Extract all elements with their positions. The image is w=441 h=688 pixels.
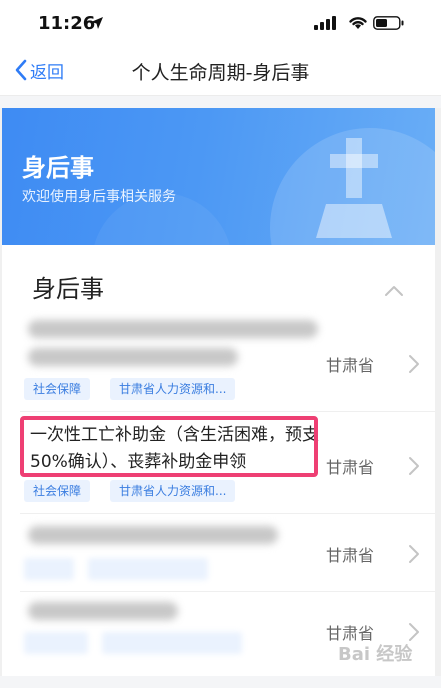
blurred-title xyxy=(28,348,238,366)
status-time: 11:26 xyxy=(38,13,96,34)
side-gutter-right xyxy=(435,108,441,688)
watermark: Bai 经验 xyxy=(338,644,413,665)
category-tag: 社会保障 xyxy=(24,480,91,502)
battery-icon xyxy=(373,16,404,30)
chevron-right-icon xyxy=(409,355,419,373)
cellular-signal-icon xyxy=(314,16,336,30)
section-title: 身后事 xyxy=(32,275,104,303)
blurred-tag xyxy=(88,558,208,580)
navigation-bar: 返回 个人生命周期-身后事 xyxy=(0,44,441,96)
category-tag: 社会保障 xyxy=(24,378,91,400)
tombstone-cross-icon xyxy=(316,138,392,238)
blurred-tag xyxy=(24,632,88,654)
province-label: 甘肃省 xyxy=(326,356,375,375)
chevron-right-icon xyxy=(409,623,419,641)
bottom-gap xyxy=(0,676,441,688)
blurred-title xyxy=(28,320,318,338)
province-label: 甘肃省 xyxy=(326,458,375,477)
blurred-title xyxy=(28,526,278,544)
status-bar: 11:26 xyxy=(0,0,441,44)
blurred-title xyxy=(28,602,178,620)
chevron-right-icon xyxy=(409,545,419,563)
department-tag: 甘肃省人力资源和... xyxy=(110,378,236,400)
wifi-icon xyxy=(349,17,367,29)
blurred-tag xyxy=(102,632,242,654)
province-label: 甘肃省 xyxy=(326,546,375,565)
highlight-annotation-box xyxy=(20,416,318,477)
chevron-up-icon[interactable] xyxy=(384,285,404,297)
service-list-item[interactable]: 甘肃省 社会保障 甘肃省人力资源和... xyxy=(2,310,435,412)
blurred-tag xyxy=(24,558,74,580)
hero-banner: 身后事 欢迎使用身后事相关服务 xyxy=(2,108,435,245)
page-title: 个人生命周期-身后事 xyxy=(131,62,310,84)
banner-subtitle: 欢迎使用身后事相关服务 xyxy=(22,189,176,205)
banner-title: 身后事 xyxy=(22,154,94,182)
department-tag: 甘肃省人力资源和... xyxy=(110,480,236,502)
service-list-item[interactable]: 甘肃省 xyxy=(2,514,435,592)
chevron-right-icon xyxy=(409,457,419,475)
divider xyxy=(0,96,441,108)
location-arrow-icon xyxy=(91,17,103,29)
